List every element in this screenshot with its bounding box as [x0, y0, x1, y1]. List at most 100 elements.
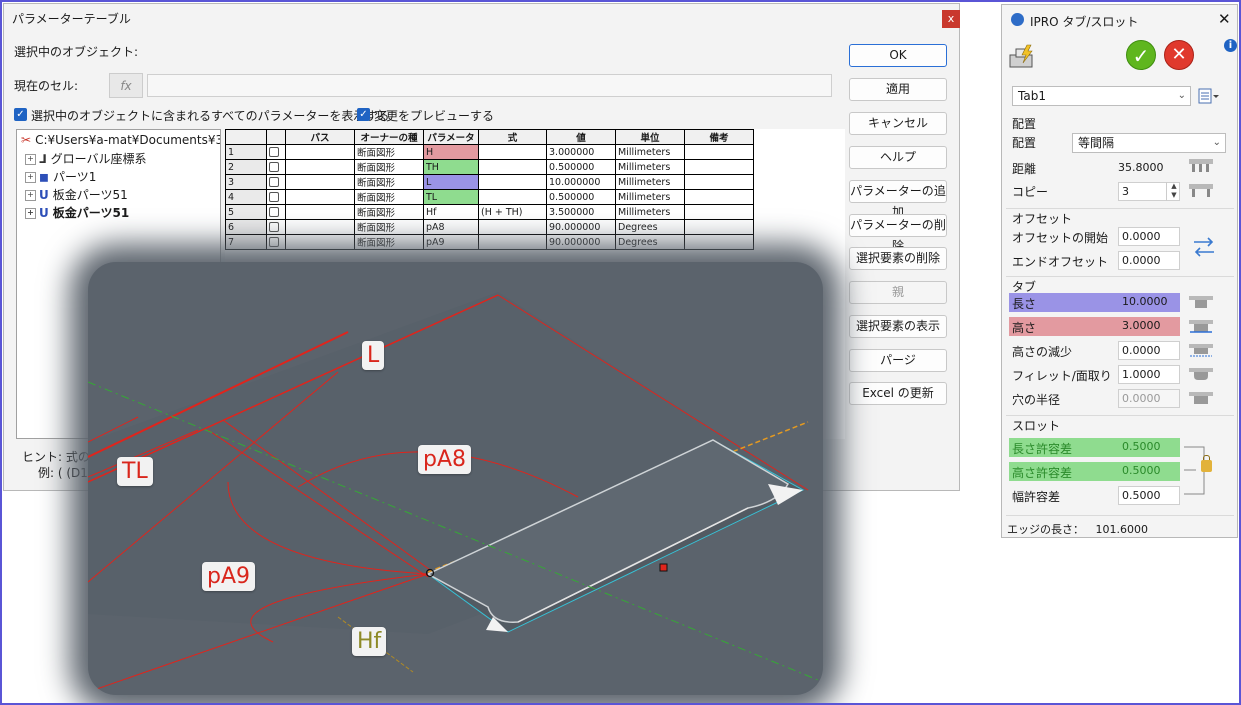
- path-cell[interactable]: [285, 159, 355, 175]
- delete-selection-button[interactable]: 選択要素の削除: [849, 247, 947, 270]
- unit-cell[interactable]: Millimeters: [615, 159, 685, 175]
- tree-item-sheetmetal-1[interactable]: + U 板金パーツ51: [25, 186, 128, 204]
- fillet-input[interactable]: 1.0000: [1118, 365, 1180, 384]
- value-cell[interactable]: 10.000000: [546, 174, 616, 190]
- header-unit[interactable]: 単位: [615, 129, 685, 145]
- placement-select[interactable]: 等間隔 ⌄: [1072, 133, 1226, 153]
- dimension-label-pA8[interactable]: pA8: [418, 445, 472, 474]
- table-row[interactable]: 5 断面図形 Hf (H + TH) 3.500000 Millimeters: [225, 204, 754, 220]
- copy-stepper[interactable]: ▲ ▼: [1166, 182, 1181, 201]
- note-cell[interactable]: [684, 204, 754, 220]
- owner-cell[interactable]: 断面図形: [354, 234, 424, 250]
- path-cell[interactable]: [285, 234, 355, 250]
- row-checkbox[interactable]: [269, 147, 279, 157]
- table-row[interactable]: 2 断面図形 TH 0.500000 Millimeters: [225, 159, 754, 175]
- row-checkbox[interactable]: [269, 222, 279, 232]
- apply-button[interactable]: 適用: [849, 78, 947, 101]
- list-menu-icon[interactable]: [1198, 88, 1220, 104]
- expand-icon[interactable]: +: [25, 172, 36, 183]
- row-number-cell[interactable]: 6: [225, 219, 267, 235]
- end-offset-input[interactable]: 0.0000: [1118, 251, 1180, 270]
- close-icon[interactable]: ✕: [1218, 10, 1231, 28]
- preview-checkbox[interactable]: ✓: [357, 108, 370, 121]
- owner-cell[interactable]: 断面図形: [354, 189, 424, 205]
- show-selection-button[interactable]: 選択要素の表示: [849, 315, 947, 338]
- row-checkbox-cell[interactable]: [266, 219, 286, 235]
- param-cell[interactable]: pA8: [423, 219, 479, 235]
- row-checkbox-cell[interactable]: [266, 144, 286, 160]
- table-row[interactable]: 6 断面図形 pA8 90.000000 Degrees: [225, 219, 754, 235]
- row-checkbox-cell[interactable]: [266, 204, 286, 220]
- tree-item-sheetmetal-2[interactable]: + U 板金パーツ51: [25, 204, 129, 222]
- offset-start-input[interactable]: 0.0000: [1118, 227, 1180, 246]
- length-band[interactable]: 長さ 10.0000: [1009, 293, 1180, 312]
- row-number-cell[interactable]: 7: [225, 234, 267, 250]
- dimension-label-L[interactable]: L: [362, 341, 385, 370]
- value-cell[interactable]: 90.000000: [546, 234, 616, 250]
- path-cell[interactable]: [285, 144, 355, 160]
- purge-button[interactable]: パージ: [849, 349, 947, 372]
- value-cell[interactable]: 0.500000: [546, 189, 616, 205]
- tree-item-root[interactable]: ✂C:¥Users¥a-mat¥Documents¥333.i: [21, 131, 220, 149]
- length-value[interactable]: 10.0000: [1122, 295, 1168, 308]
- row-checkbox[interactable]: [269, 177, 279, 187]
- unit-cell[interactable]: Millimeters: [615, 204, 685, 220]
- value-cell[interactable]: 3.000000: [546, 144, 616, 160]
- tree-item-global-axes[interactable]: + ⅃ グローバル座標系: [25, 150, 147, 168]
- expr-cell[interactable]: [478, 144, 547, 160]
- row-checkbox[interactable]: [269, 162, 279, 172]
- expr-cell[interactable]: [478, 219, 547, 235]
- height-value[interactable]: 3.0000: [1122, 319, 1161, 332]
- path-cell[interactable]: [285, 189, 355, 205]
- parent-button[interactable]: 親: [849, 281, 947, 304]
- param-cell[interactable]: Hf: [423, 204, 479, 220]
- info-icon[interactable]: i: [1224, 39, 1237, 52]
- value-cell[interactable]: 3.500000: [546, 204, 616, 220]
- note-cell[interactable]: [684, 174, 754, 190]
- table-row[interactable]: 7 断面図形 pA9 90.000000 Degrees: [225, 234, 754, 250]
- show-all-checkbox[interactable]: ✓: [14, 108, 27, 121]
- expr-cell[interactable]: [478, 234, 547, 250]
- header-expr[interactable]: 式: [478, 129, 547, 145]
- expand-icon[interactable]: +: [25, 208, 36, 219]
- note-cell[interactable]: [684, 159, 754, 175]
- tree-item-part1[interactable]: + ◼ パーツ1: [25, 168, 96, 186]
- param-cell[interactable]: pA9: [423, 234, 479, 250]
- row-number-cell[interactable]: 3: [225, 174, 267, 190]
- table-row[interactable]: 4 断面図形 TL 0.500000 Millimeters: [225, 189, 754, 205]
- header-path[interactable]: パス: [285, 129, 355, 145]
- table-row[interactable]: 1 断面図形 H 3.000000 Millimeters: [225, 144, 754, 160]
- path-cell[interactable]: [285, 204, 355, 220]
- unit-cell[interactable]: Degrees: [615, 219, 685, 235]
- expr-cell[interactable]: [478, 189, 547, 205]
- value-cell[interactable]: 90.000000: [546, 219, 616, 235]
- note-cell[interactable]: [684, 219, 754, 235]
- path-cell[interactable]: [285, 219, 355, 235]
- length-tolerance-value[interactable]: 0.5000: [1122, 440, 1161, 453]
- header-owner[interactable]: オーナーの種: [354, 129, 424, 145]
- row-checkbox-cell[interactable]: [266, 234, 286, 250]
- row-checkbox-cell[interactable]: [266, 189, 286, 205]
- expand-icon[interactable]: +: [25, 190, 36, 201]
- expand-icon[interactable]: +: [25, 154, 36, 165]
- expr-cell[interactable]: [478, 159, 547, 175]
- row-checkbox[interactable]: [269, 207, 279, 217]
- header-note[interactable]: 備考: [684, 129, 754, 145]
- cancel-x-icon[interactable]: ✕: [1164, 40, 1194, 70]
- height-band[interactable]: 高さ 3.0000: [1009, 317, 1180, 336]
- table-row[interactable]: 3 断面図形 L 10.000000 Millimeters: [225, 174, 754, 190]
- path-cell[interactable]: [285, 174, 355, 190]
- row-checkbox[interactable]: [269, 237, 279, 247]
- hole-radius-input[interactable]: 0.0000: [1118, 389, 1180, 408]
- height-reduce-input[interactable]: 0.0000: [1118, 341, 1180, 360]
- unit-cell[interactable]: Millimeters: [615, 174, 685, 190]
- owner-cell[interactable]: 断面図形: [354, 174, 424, 190]
- note-cell[interactable]: [684, 189, 754, 205]
- ok-button[interactable]: OK: [849, 44, 947, 67]
- row-checkbox[interactable]: [269, 192, 279, 202]
- row-number-cell[interactable]: 1: [225, 144, 267, 160]
- excel-update-button[interactable]: Excel の更新: [849, 382, 947, 405]
- width-tolerance-input[interactable]: 0.5000: [1118, 486, 1180, 505]
- row-number-cell[interactable]: 2: [225, 159, 267, 175]
- note-cell[interactable]: [684, 234, 754, 250]
